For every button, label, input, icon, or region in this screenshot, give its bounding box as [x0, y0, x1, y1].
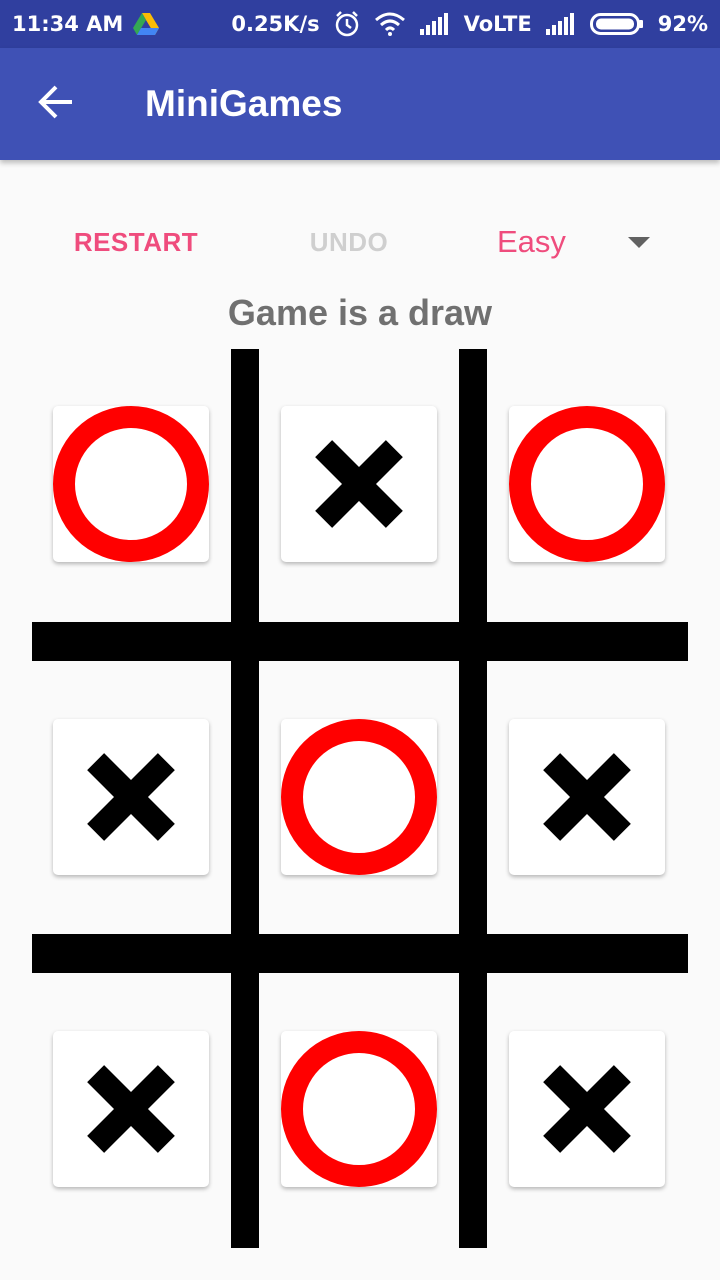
- app-bar: MiniGames: [0, 48, 720, 160]
- signal-icon: [419, 13, 450, 35]
- board-cell[interactable]: [281, 406, 437, 562]
- grid-line: [231, 349, 259, 1248]
- drive-icon: [133, 13, 160, 35]
- alarm-icon: [334, 11, 360, 37]
- x-mark-icon: [89, 1067, 173, 1151]
- board-cell[interactable]: [53, 719, 209, 875]
- game-status: Game is a draw: [227, 292, 493, 333]
- o-mark-icon: [281, 719, 437, 875]
- difficulty-value: Easy: [497, 224, 566, 259]
- o-mark-icon: [281, 1031, 437, 1187]
- status-time: 11:34 AM: [12, 12, 124, 36]
- undo-button[interactable]: UNDO: [254, 210, 444, 274]
- dropdown-arrow-icon: [628, 236, 650, 254]
- board-cell[interactable]: [53, 1031, 209, 1187]
- arrow-back-icon: [38, 85, 74, 124]
- restart-button[interactable]: RESTART: [40, 210, 232, 274]
- board-cell[interactable]: [53, 406, 209, 562]
- board-cell[interactable]: [509, 1031, 665, 1187]
- wifi-icon: [374, 12, 406, 36]
- grid-line: [32, 622, 688, 661]
- difficulty-select[interactable]: Easy: [478, 210, 668, 274]
- x-mark-icon: [545, 1067, 629, 1151]
- x-mark-icon: [89, 755, 173, 839]
- board-cell[interactable]: [281, 719, 437, 875]
- signal-icon: [545, 13, 576, 35]
- board-cell[interactable]: [509, 406, 665, 562]
- x-mark-icon: [545, 755, 629, 839]
- board-cell[interactable]: [509, 719, 665, 875]
- battery-icon: [589, 12, 644, 36]
- o-mark-icon: [509, 406, 665, 562]
- grid-line: [459, 349, 487, 1248]
- network-type: VoLTE: [463, 12, 532, 36]
- grid-line: [32, 934, 688, 973]
- game-controls: RESTART UNDO Easy: [0, 210, 720, 274]
- o-mark-icon: [53, 406, 209, 562]
- network-speed: 0.25K/s: [231, 12, 320, 36]
- x-mark-icon: [317, 442, 401, 526]
- battery-level: 92%: [657, 12, 708, 36]
- back-button[interactable]: [0, 48, 112, 160]
- app-title: MiniGames: [145, 83, 343, 124]
- status-bar: 11:34 AM 0.25K/s VoLTE 92%: [0, 0, 720, 48]
- board-cell[interactable]: [281, 1031, 437, 1187]
